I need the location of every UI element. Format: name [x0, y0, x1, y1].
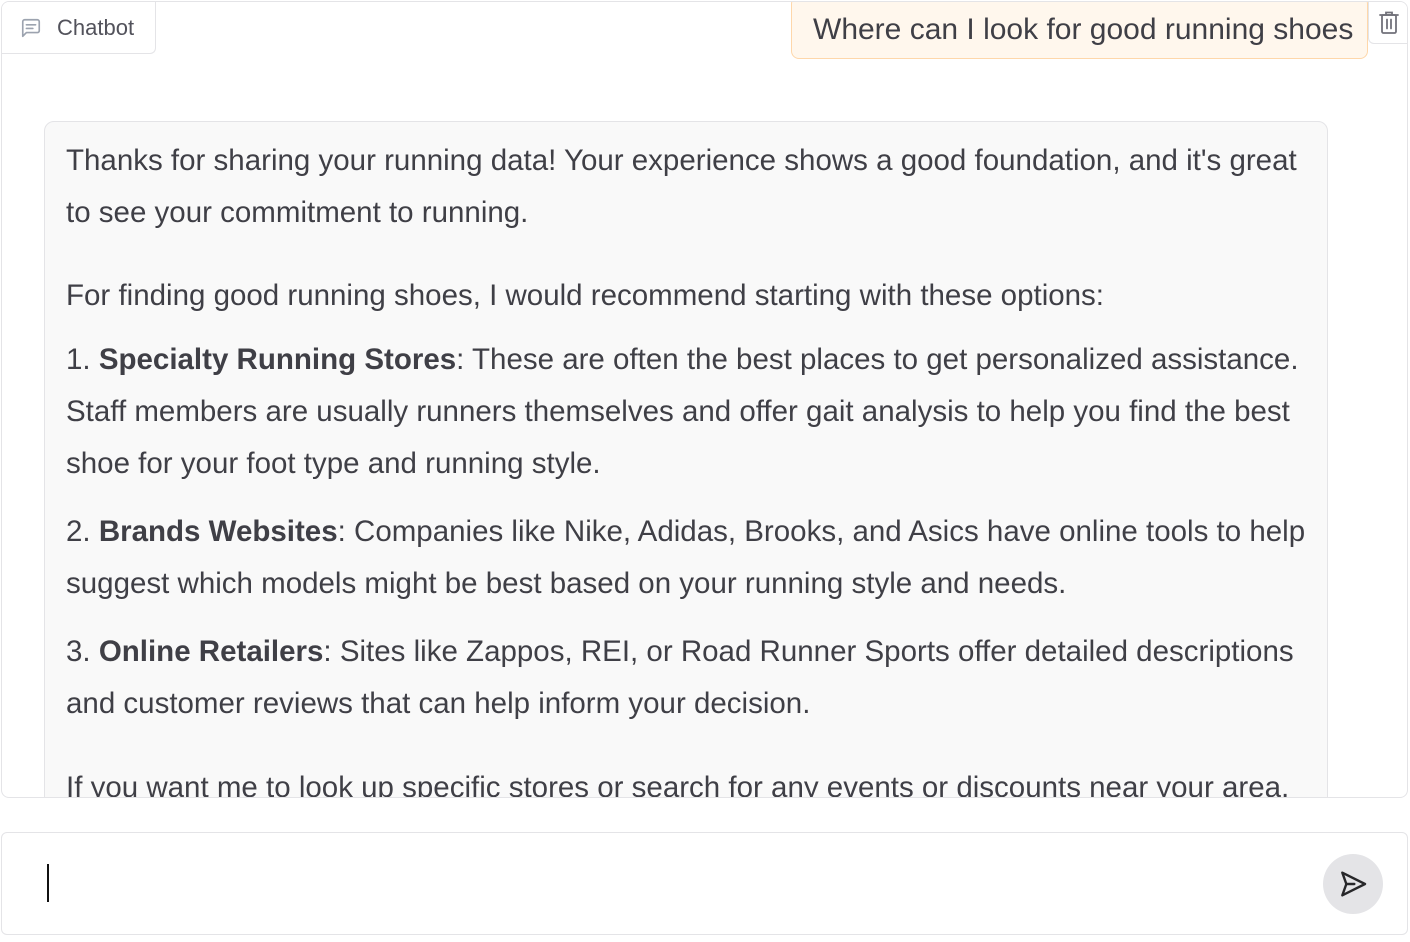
list-item: 1. Specialty Running Stores: These are o…: [66, 334, 1307, 490]
chat-bubble-icon: [20, 17, 42, 39]
user-message-text: Where can I look for good running shoes: [813, 13, 1354, 46]
list-item-number: 1.: [66, 343, 99, 376]
chatbot-panel[interactable]: Chatbot Where can I look for good runnin…: [1, 1, 1408, 798]
list-item-title: Specialty Running Stores: [98, 343, 457, 376]
message-input-box[interactable]: [1, 832, 1408, 935]
list-item: 2. Brands Websites: Companies like Nike,…: [66, 506, 1307, 610]
bot-paragraph: Thanks for sharing your running data! Yo…: [66, 144, 1297, 229]
bot-message: Thanks for sharing your running data! Yo…: [44, 121, 1328, 798]
send-icon: [1337, 868, 1369, 900]
list-item-number: 2.: [66, 515, 99, 548]
message-input[interactable]: [42, 861, 1292, 905]
clear-chat-button[interactable]: [1368, 2, 1407, 44]
list-item: 3. Online Retailers: Sites like Zappos, …: [66, 626, 1307, 730]
chatbot-label-text: Chatbot: [57, 14, 135, 40]
list-item-title: Brands Websites: [98, 515, 338, 548]
user-message: Where can I look for good running shoes: [791, 2, 1368, 59]
text-caret: [47, 864, 49, 902]
chatbot-label: Chatbot: [2, 2, 156, 54]
send-button[interactable]: [1323, 854, 1383, 914]
list-item-number: 3.: [66, 635, 99, 668]
bot-closing: If you want me to look up specific store…: [66, 771, 1290, 798]
bot-intro: For finding good running shoes, I would …: [66, 279, 1105, 312]
list-item-title: Online Retailers: [98, 635, 324, 668]
trash-icon: [1378, 10, 1400, 36]
